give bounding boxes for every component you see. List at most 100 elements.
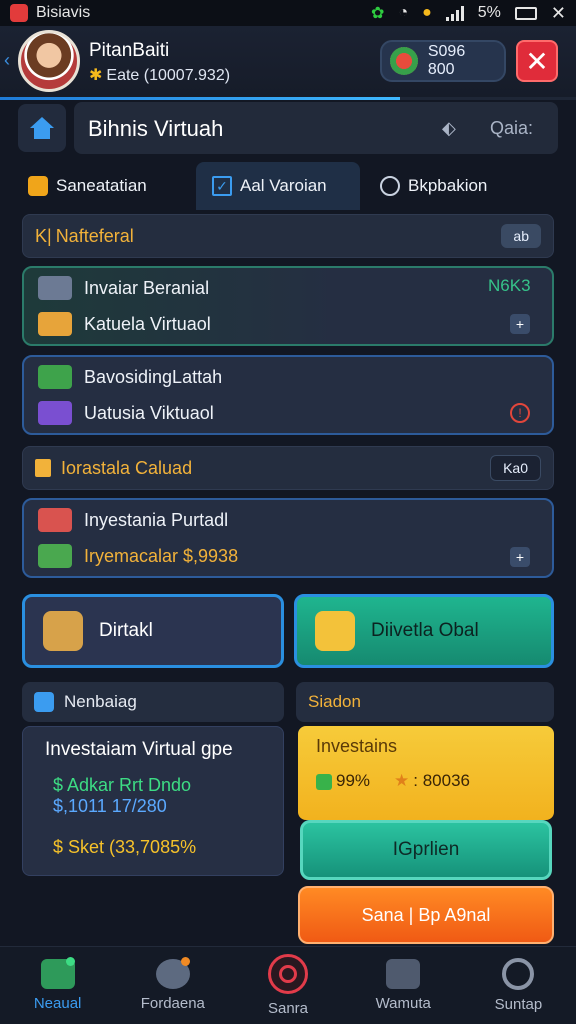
nav-label: Neaual xyxy=(33,995,82,1012)
tab-aal-varoian[interactable]: ✓ Aal Varoian xyxy=(196,162,360,210)
star-icon: ★ xyxy=(394,771,410,790)
card-row: Invaiar Beranial xyxy=(38,276,209,300)
card-title: Invaiar Beranial xyxy=(84,277,210,298)
nav-label: Suntap xyxy=(494,996,543,1013)
lock-icon xyxy=(28,176,48,196)
card-badge: N6K3 xyxy=(488,276,531,295)
page-title: Bihnis Virtuah xyxy=(88,116,224,141)
tab-saneatatian[interactable]: Saneatatian xyxy=(28,162,198,210)
button-label: Diivetla Obal xyxy=(371,620,479,641)
tab-label: Aal Varoian xyxy=(240,176,327,195)
add-button[interactable]: + xyxy=(510,547,530,567)
wifi-icon: ◔ xyxy=(398,4,409,21)
dirtakl-button[interactable]: Dirtakl xyxy=(22,594,284,668)
action-button[interactable]: Sana | Bp A9nal xyxy=(298,886,554,944)
card-row: Uatusia Viktuaol xyxy=(38,401,214,425)
section-title: Iorastala Caluad xyxy=(61,457,193,478)
coin-balance: S096 800 xyxy=(427,43,466,78)
nav-label: Fordaena xyxy=(140,995,205,1012)
house-icon xyxy=(38,312,72,336)
section-tag[interactable]: ab xyxy=(501,224,541,248)
shield-icon: ✿ xyxy=(371,5,385,22)
stat-item: 99% xyxy=(316,771,370,791)
screen-icon xyxy=(38,276,72,300)
home-icon xyxy=(30,117,54,139)
cash-icon xyxy=(316,773,332,790)
chart-icon xyxy=(34,692,54,712)
add-button[interactable]: + xyxy=(510,314,530,334)
stat-value: : 80036 xyxy=(413,771,471,790)
coin-balance-pill[interactable]: S096 800 xyxy=(380,40,506,82)
nav-label: Sanra xyxy=(267,1000,309,1017)
target-icon xyxy=(268,954,308,994)
back-chevron-icon[interactable]: ‹ xyxy=(4,50,10,71)
investment-line: $ Adkar Rrt Dndo xyxy=(53,775,192,795)
card-subtitle: Katuela Virtuaol xyxy=(84,313,211,334)
section-tag[interactable]: Ka0 xyxy=(490,455,541,481)
avatar[interactable] xyxy=(18,30,80,92)
button-label: Dirtakl xyxy=(99,620,153,641)
card-title: Inyestania Purtadl xyxy=(84,509,229,530)
profile-subtitle-text: Eate (10007.932) xyxy=(106,67,231,84)
alert-button[interactable]: ! xyxy=(510,403,530,423)
bulb-icon: ● xyxy=(422,4,432,21)
section-header: Iorastala Caluad Ka0 xyxy=(22,446,554,490)
close-icon[interactable]: ✕ xyxy=(551,3,566,24)
card-title: BavosidingLattah xyxy=(84,366,223,387)
ticket-icon xyxy=(38,401,72,425)
signal-icon xyxy=(445,5,464,21)
close-button[interactable]: ✕ xyxy=(516,40,558,82)
nav-item-suntap[interactable]: Suntap xyxy=(461,947,576,1024)
card-row: Inyestania Purtadl xyxy=(38,508,228,532)
nav-item-wamuta[interactable]: Wamuta xyxy=(346,947,461,1024)
battery-percent: 5% xyxy=(477,4,501,21)
option-button[interactable]: IGprlien xyxy=(300,820,552,880)
profile-name: PitanBaiti xyxy=(89,40,170,61)
panel-header: Siadon xyxy=(296,682,554,722)
settings-icon xyxy=(502,958,535,990)
nav-item-sanra[interactable]: Sanra xyxy=(230,947,345,1024)
gold-card-title: Investains xyxy=(316,736,398,756)
globe-icon xyxy=(315,611,355,651)
investment-line: $ Sket (33,7085% xyxy=(53,837,197,857)
nav-label: Wamuta xyxy=(375,995,431,1012)
investment-title: Investaiam Virtual gpe xyxy=(45,739,233,760)
hammer-icon xyxy=(43,611,83,651)
home-button[interactable] xyxy=(18,104,66,152)
status-bar: Bisiavis ✿ ◔ ● 5% ✕ xyxy=(0,0,576,26)
settings-icon[interactable]: ⬖ xyxy=(442,118,456,139)
header-progress-bar xyxy=(0,97,400,100)
nav-item-fordaena[interactable]: Fordaena xyxy=(115,947,230,1024)
diivetla-obal-button[interactable]: Diivetla Obal xyxy=(294,594,554,668)
tools-icon xyxy=(38,544,72,568)
nav-item-neaual[interactable]: Neaual xyxy=(0,947,115,1024)
card-subtitle: Uatusia Viktuaol xyxy=(84,402,214,423)
tools-icon xyxy=(386,959,421,989)
app-icon xyxy=(10,4,28,22)
stat-item: ★: 80036 xyxy=(394,771,470,791)
stat-value: 99% xyxy=(336,771,371,790)
tab-bkpbakion[interactable]: Bkpbakion xyxy=(380,162,560,210)
coin-icon xyxy=(390,47,418,75)
section-title: Nafteferal xyxy=(55,225,134,246)
search-text[interactable]: Qaia: xyxy=(490,118,533,139)
tab-label: Saneatatian xyxy=(56,176,147,195)
status-app-name: Bisiavis xyxy=(36,4,91,21)
card-row: BavosidingLattah xyxy=(38,365,222,389)
investment-summary-card: Investaiam Virtual gpe $ Adkar Rrt Dndo … xyxy=(22,726,284,876)
investment-line: $,1011 17/280 xyxy=(53,796,167,816)
bottom-navigation: Neaual Fordaena Sanra Wamuta Suntap xyxy=(0,946,576,1024)
panel-header: Nenbaiag xyxy=(22,682,284,722)
profile-subtitle: ✱ Eate (10007.932) xyxy=(89,65,230,85)
notification-dot xyxy=(181,957,191,966)
clock-icon xyxy=(380,176,400,196)
card-row: Iryemacalar $,9938 xyxy=(38,544,238,568)
card-row: Katuela Virtuaol xyxy=(38,312,211,336)
tab-label: Bkpbakion xyxy=(408,176,488,195)
investments-card[interactable]: Investains 99% ★: 80036 xyxy=(298,726,554,820)
battery-icon xyxy=(514,6,537,20)
card-subtitle: Iryemacalar $,9938 xyxy=(84,545,239,566)
document-icon xyxy=(35,459,51,477)
plant-icon xyxy=(38,365,72,389)
star-icon: ✱ xyxy=(89,67,103,84)
